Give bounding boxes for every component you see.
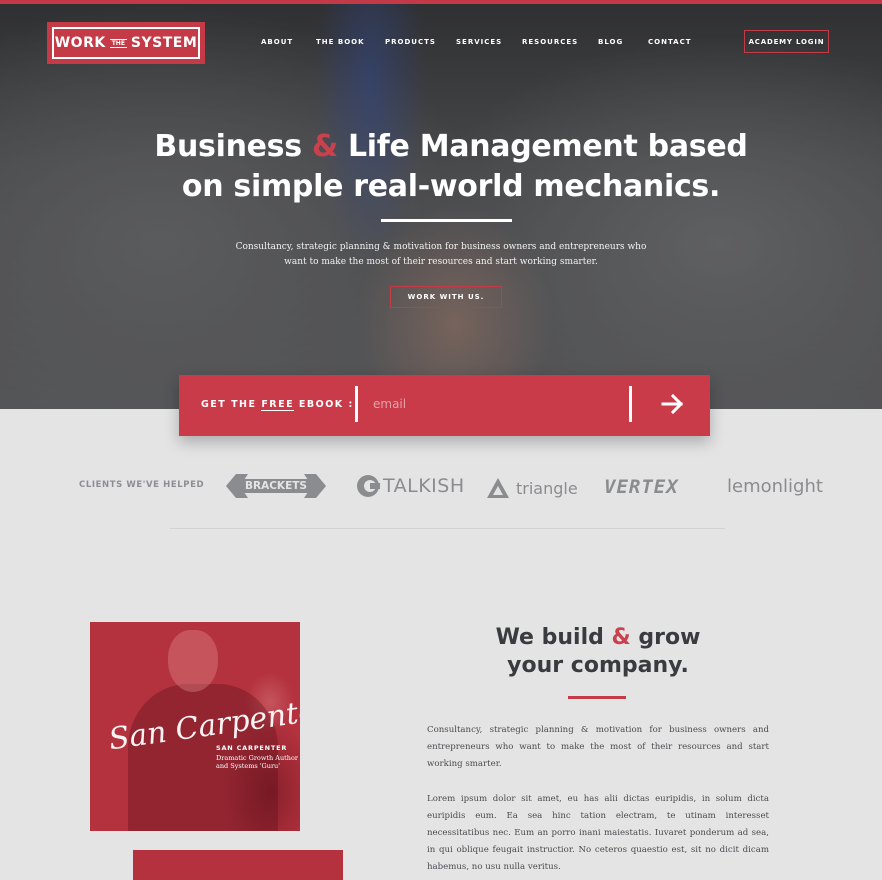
author-photo: San Carpenter SAN CARPENTER Dramatic Gro… <box>90 622 300 831</box>
work-with-us-button[interactable]: WORK WITH US. <box>390 286 502 308</box>
author-role: Dramatic Growth Author and Systems 'Guru… <box>216 754 298 770</box>
secondary-photo <box>133 850 343 880</box>
nav-contact[interactable]: CONTACT <box>648 38 692 46</box>
headline-part1: Business <box>154 129 312 164</box>
hero-subtitle: Consultancy, strategic planning & motiva… <box>235 242 647 267</box>
about-paragraph-1: Consultancy, strategic planning & motiva… <box>427 725 769 769</box>
about-heading-ampersand: & <box>611 625 631 650</box>
nav-the-book[interactable]: THE BOOK <box>316 38 365 46</box>
client-logo-brackets: BRACKETS <box>226 474 326 498</box>
client-logo-lemonlight: lemonlight <box>727 476 823 497</box>
client-name-triangle: triangle <box>516 478 578 498</box>
headline-line2: on simple real-world mechanics. <box>181 169 721 204</box>
nav-services[interactable]: SERVICES <box>456 38 502 46</box>
client-logo-talkish: TALKISH <box>356 474 465 498</box>
client-name-vertex: VERTEX <box>604 476 679 498</box>
headline-part2: Life Management based <box>337 129 748 164</box>
section-divider <box>170 528 725 529</box>
ebook-label-start: GET THE <box>201 399 262 410</box>
ebook-divider-left <box>355 386 358 422</box>
ebook-divider-right <box>629 386 632 422</box>
about-divider <box>568 696 626 699</box>
about-heading-line2: your company. <box>507 653 689 678</box>
about-heading-part1: We build <box>495 625 612 650</box>
ebook-label-end: EBOOK : <box>294 399 354 410</box>
ebook-submit-button[interactable] <box>651 388 695 420</box>
about-heading: We build & grow your company. <box>440 624 756 680</box>
hero-headline: Business & Life Management based on simp… <box>120 127 782 207</box>
nav-resources[interactable]: RESOURCES <box>522 38 578 46</box>
client-name-talkish: TALKISH <box>383 475 465 497</box>
arrow-right-icon <box>661 394 684 414</box>
ebook-label-free: FREE <box>261 399 295 411</box>
ebook-label: GET THE FREE EBOOK : <box>201 399 354 411</box>
ebook-signup-bar: GET THE FREE EBOOK : <box>179 375 710 436</box>
author-name: SAN CARPENTER <box>216 744 288 752</box>
nav-about[interactable]: ABOUT <box>261 38 293 46</box>
client-logo-triangle: triangle <box>486 477 578 499</box>
photo-person-head <box>168 630 218 692</box>
about-paragraph-2: Lorem ipsum dolor sit amet, eu has alii … <box>427 794 769 872</box>
hero-divider <box>381 219 512 222</box>
clients-label: CLIENTS WE'VE HELPED <box>79 480 205 490</box>
triangle-logo-icon <box>487 478 509 498</box>
talkish-logo-icon <box>357 475 380 497</box>
nav-products[interactable]: PRODUCTS <box>385 38 436 46</box>
client-name-brackets: BRACKETS <box>245 480 307 492</box>
nav-blog[interactable]: BLOG <box>598 38 623 46</box>
email-input[interactable] <box>369 391 627 417</box>
about-heading-part2: grow <box>630 625 701 650</box>
client-name-lemonlight: lemonlight <box>727 476 823 497</box>
headline-ampersand: & <box>311 129 338 164</box>
client-logo-vertex: VERTEX <box>604 476 679 498</box>
academy-login-button[interactable]: ACADEMY LOGIN <box>744 30 829 53</box>
